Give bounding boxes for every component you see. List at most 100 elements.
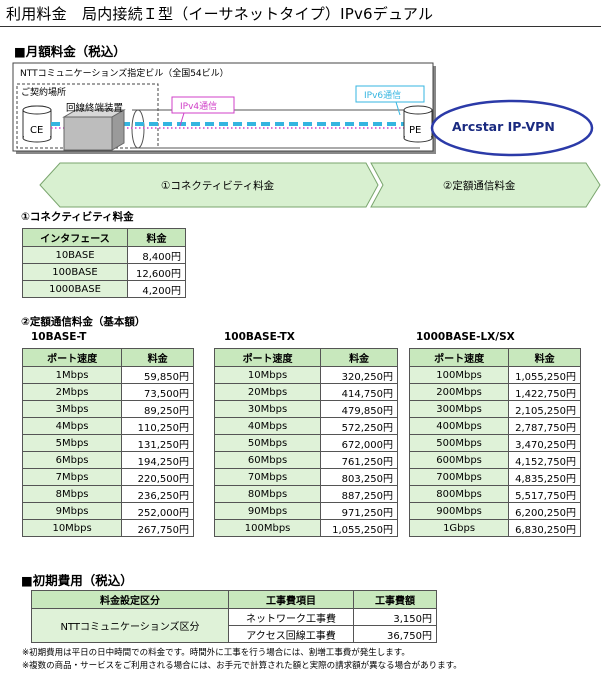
table-row: 400Mbps 2,787,750円 [408, 417, 581, 435]
table-row: 7Mbps 220,500円 [21, 468, 194, 486]
price-cell: 2,105,250円 [508, 400, 581, 418]
price-cell: 6,200,250円 [508, 502, 581, 520]
table-row: 90Mbps 971,250円 [213, 502, 398, 520]
connectivity-arrow-label: ①コネクティビティ料金 [161, 180, 275, 192]
table-row: 50Mbps 672,000円 [213, 434, 398, 452]
table-row: 6Mbps 194,250円 [21, 451, 194, 469]
table-row: 10Mbps 267,750円 [21, 519, 194, 537]
interface-header: インタフェース [22, 228, 128, 247]
category-header: 料金設定区分 [31, 590, 229, 609]
ipv4-label: IPv4通信 [180, 102, 218, 112]
price-cell: 4,152,750円 [508, 451, 581, 469]
work-item-cell: アクセス回線工事費 [228, 625, 354, 643]
price-cell: 194,250円 [121, 451, 194, 469]
port-speed-cell: 100Mbps [213, 519, 322, 537]
table-row: 4Mbps 110,250円 [21, 417, 194, 435]
price-cell: 3,470,250円 [508, 434, 581, 452]
termination-device [62, 109, 126, 151]
port-speed-cell: 200Mbps [408, 383, 510, 401]
port-speed-cell: 800Mbps [408, 485, 510, 503]
category-cell: NTTコミュニケーションズ区分 [31, 608, 229, 643]
port-speed-cell: 700Mbps [408, 468, 510, 486]
price-cell: 12,600円 [127, 263, 186, 281]
table-row: NTTコミュニケーションズ区分 ネットワーク工事費 3,150円 [31, 608, 437, 643]
price-cell: 803,250円 [320, 468, 398, 486]
table-row: 5Mbps 131,250円 [21, 434, 194, 452]
price-cell: 5,517,750円 [508, 485, 581, 503]
flat-table-3-label: 1000BASE-LX/SX [416, 331, 515, 343]
port-speed-cell: 1Gbps [408, 519, 510, 537]
table-row: 30Mbps 479,850円 [213, 400, 398, 418]
price-cell: 479,850円 [320, 400, 398, 418]
interface-cell: 1000BASE [22, 280, 128, 298]
interface-cell: 100BASE [22, 263, 128, 281]
pe-node [403, 105, 433, 143]
vpn-label: Arcstar IP-VPN [452, 119, 555, 134]
table-row: 900Mbps 6,200,250円 [408, 502, 581, 520]
port-speed-cell: 20Mbps [213, 383, 322, 401]
port-speed-cell: 9Mbps [21, 502, 123, 520]
price-header: 料金 [121, 348, 194, 367]
table-row: 300Mbps 2,105,250円 [408, 400, 581, 418]
price-cell: 887,250円 [320, 485, 398, 503]
initial-heading: ■初期費用（税込） [21, 573, 133, 588]
note-2: ※複数の商品・サービスをご利用される場合には、お手元で計算された額と実際の請求額… [22, 661, 462, 671]
port-speed-cell: 100Mbps [408, 366, 510, 384]
flat-table-100base-tx: ポート速度 料金 10Mbps 320,250円 20Mbps 414,750円 30Mbp… [213, 348, 398, 537]
price-cell: 4,200円 [127, 280, 186, 298]
price-cell: 1,055,250円 [508, 366, 581, 384]
table-row: 60Mbps 761,250円 [213, 451, 398, 469]
price-cell: 8,400円 [127, 246, 186, 264]
port-speed-cell: 3Mbps [21, 400, 123, 418]
price-header: 料金 [127, 228, 186, 247]
port-speed-cell: 40Mbps [213, 417, 322, 435]
work-cost-header: 工事費額 [353, 590, 437, 609]
table-row: 100Mbps 1,055,250円 [213, 519, 398, 537]
price-header: 料金 [508, 348, 581, 367]
table-row: 100BASE 12,600円 [22, 263, 186, 281]
table-row: 10BASE 8,400円 [22, 246, 186, 264]
port-speed-header: ポート速度 [408, 348, 510, 367]
price-cell: 672,000円 [320, 434, 398, 452]
price-cell: 252,000円 [121, 502, 194, 520]
table-row: 70Mbps 803,250円 [213, 468, 398, 486]
port-speed-cell: 7Mbps [21, 468, 123, 486]
connectivity-heading: ①コネクティビティ料金 [21, 211, 134, 223]
table-row: 10Mbps 320,250円 [213, 366, 398, 384]
port-speed-cell: 1Mbps [21, 366, 123, 384]
work-cost-cell: 3,150円 [353, 608, 437, 626]
table-row: 3Mbps 89,250円 [21, 400, 194, 418]
price-cell: 236,250円 [121, 485, 194, 503]
ipv6-label: IPv6通信 [364, 91, 402, 101]
table-row: 8Mbps 236,250円 [21, 485, 194, 503]
port-speed-cell: 4Mbps [21, 417, 123, 435]
price-cell: 320,250円 [320, 366, 398, 384]
port-speed-cell: 600Mbps [408, 451, 510, 469]
flat-arrow-label: ②定額通信料金 [443, 180, 516, 192]
monthly-heading: ■月額料金（税込） [14, 44, 126, 59]
table-row: 700Mbps 4,835,250円 [408, 468, 581, 486]
price-cell: 73,500円 [121, 383, 194, 401]
table-row: 200Mbps 1,422,750円 [408, 383, 581, 401]
premises-label: ご契約場所 [21, 88, 67, 98]
table-row: 40Mbps 572,250円 [213, 417, 398, 435]
table-row: 500Mbps 3,470,250円 [408, 434, 581, 452]
table-row: 1Mbps 59,850円 [21, 366, 194, 384]
price-cell: 59,850円 [121, 366, 194, 384]
port-speed-cell: 10Mbps [213, 366, 322, 384]
ce-node [22, 105, 52, 143]
flat-table-10base-t: ポート速度 料金 1Mbps 59,850円 2Mbps 73,500円 3Mbps 89,2… [21, 348, 194, 537]
port-speed-cell: 60Mbps [213, 451, 322, 469]
device-label: 回線終端装置 [66, 103, 124, 114]
note-1: ※初期費用は平日の日中時間での料金です。時間外に工事を行う場合には、割増工事費が… [22, 648, 410, 658]
table-row: 800Mbps 5,517,750円 [408, 485, 581, 503]
table-row: 20Mbps 414,750円 [213, 383, 398, 401]
table-row: 1000BASE 4,200円 [22, 280, 186, 298]
table-row: 600Mbps 4,152,750円 [408, 451, 581, 469]
price-cell: 1,422,750円 [508, 383, 581, 401]
price-cell: 110,250円 [121, 417, 194, 435]
price-cell: 267,750円 [121, 519, 194, 537]
port-speed-cell: 500Mbps [408, 434, 510, 452]
work-item-header: 工事費項目 [228, 590, 354, 609]
price-cell: 220,500円 [121, 468, 194, 486]
